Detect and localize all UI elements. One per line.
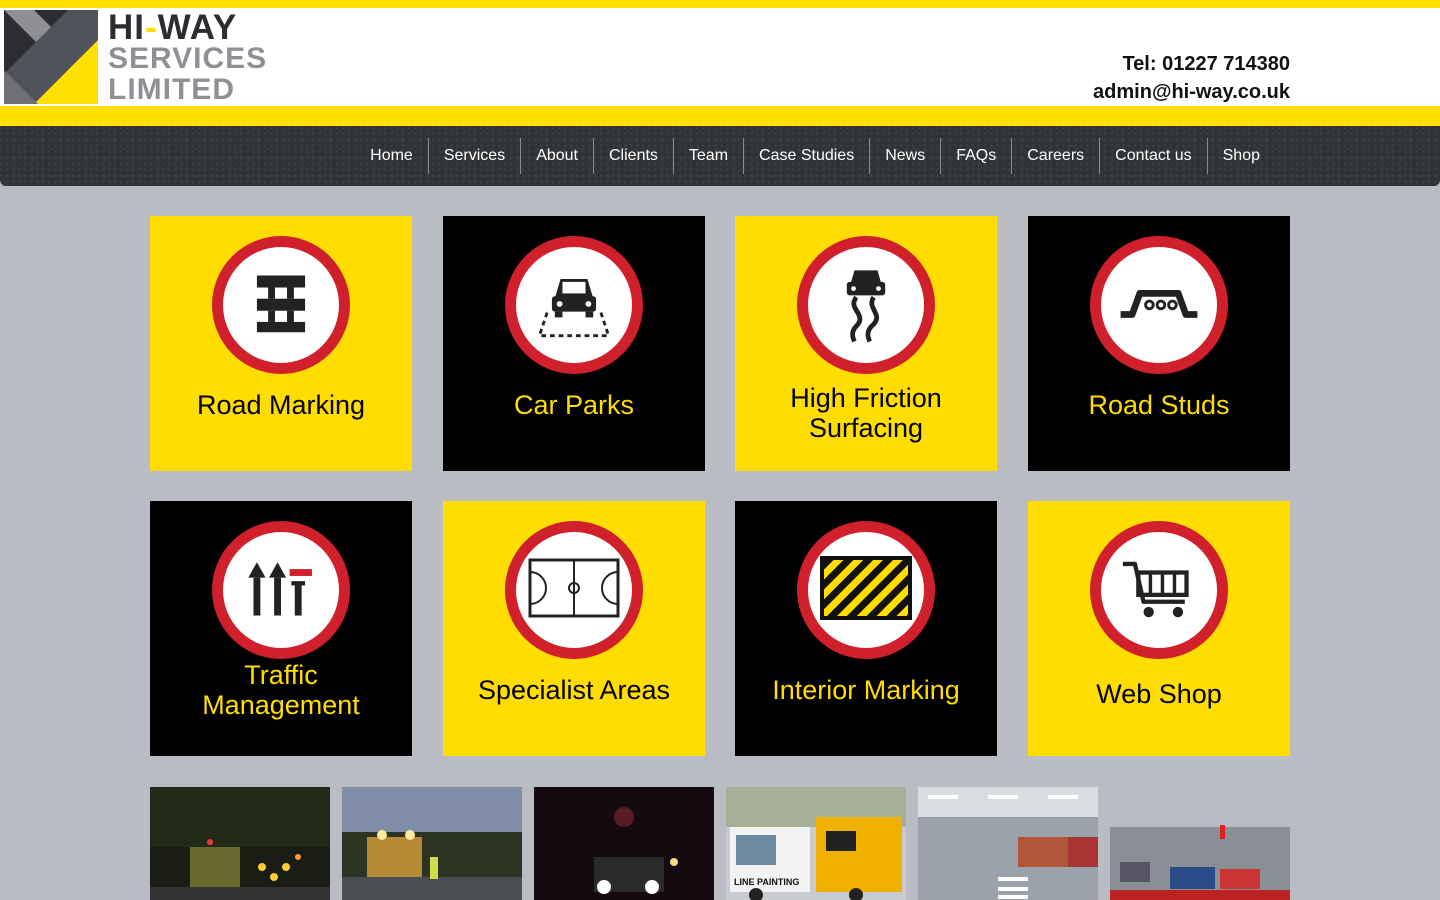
main-navigation: Home Services About Clients Team Case Studies… — [0, 126, 1440, 186]
service-tile-label: High Friction Surfacing — [790, 383, 942, 443]
contact-details: Tel: 01227 714380 admin@hi-way.co.uk — [1093, 50, 1290, 106]
service-tile-road-marking[interactable]: Road Marking — [150, 216, 412, 471]
logo-chevron-icon — [4, 10, 98, 104]
service-tile-label: Road Marking — [196, 390, 366, 420]
service-tile-label: Traffic Management — [202, 660, 360, 720]
service-tile-road-studs[interactable]: Road Studs — [1028, 216, 1290, 471]
service-tile-label: Interior Marking — [772, 675, 960, 705]
line-painting-truck-photo[interactable]: LINE PAINTING — [726, 787, 906, 900]
nav-item-home[interactable]: Home — [355, 138, 428, 174]
service-tile-web-shop[interactable]: Web Shop — [1028, 501, 1290, 756]
shopping-cart-icon — [1116, 545, 1202, 636]
nav-item-team[interactable]: Team — [672, 138, 743, 174]
service-tile-specialist-areas[interactable]: Specialist Areas — [443, 501, 705, 756]
top-accent-stripe — [0, 0, 1440, 8]
nav-item-contact-us[interactable]: Contact us — [1099, 138, 1206, 174]
hazard-stripes-icon — [816, 538, 916, 643]
nav-item-clients[interactable]: Clients — [593, 138, 673, 174]
header-accent-stripe — [0, 106, 1440, 126]
night-works-photo[interactable] — [150, 787, 330, 900]
road-marking-icon — [238, 260, 324, 351]
phone-number[interactable]: Tel: 01227 714380 — [1093, 50, 1290, 78]
logo-text-line2: SERVICES — [108, 42, 268, 75]
service-tile-label: Specialist Areas — [477, 675, 671, 705]
skidding-car-icon — [818, 255, 914, 356]
service-tile-interior-marking[interactable]: Interior Marking — [735, 501, 997, 756]
sign-badge — [1090, 236, 1228, 374]
email-address[interactable]: admin@hi-way.co.uk — [1093, 78, 1290, 106]
nav-item-case-studies[interactable]: Case Studies — [743, 138, 869, 174]
nav-item-about[interactable]: About — [520, 138, 593, 174]
nav-item-faqs[interactable]: FAQs — [940, 138, 1011, 174]
nav-item-news[interactable]: News — [869, 138, 940, 174]
logo-text-line3: LIMITED — [108, 73, 235, 106]
site-logo[interactable]: HI-WAY SERVICES LIMITED — [4, 8, 268, 106]
sign-badge — [505, 236, 643, 374]
service-tile-car-parks[interactable]: Car Parks — [443, 216, 705, 471]
motorway-dusk-photo[interactable] — [342, 787, 522, 900]
service-tile-high-friction-surfacing[interactable]: High Friction Surfacing — [735, 216, 997, 471]
sign-badge — [797, 236, 935, 374]
road-stud-icon — [1111, 255, 1207, 356]
night-vehicle-photo[interactable] — [534, 787, 714, 900]
car-park-interior-photo[interactable] — [918, 787, 1098, 900]
nav-menu: Home Services About Clients Team Case Studies… — [355, 126, 1275, 186]
multistorey-car-park-photo[interactable] — [1110, 787, 1290, 900]
lane-arrows-icon — [238, 545, 324, 636]
nav-item-careers[interactable]: Careers — [1011, 138, 1099, 174]
service-tile-traffic-management[interactable]: Traffic Management — [150, 501, 412, 756]
sign-badge — [505, 521, 643, 659]
sign-badge — [212, 236, 350, 374]
service-tile-label: Car Parks — [513, 390, 635, 420]
service-tile-label: Road Studs — [1088, 390, 1230, 420]
sign-badge — [212, 521, 350, 659]
car-park-icon — [526, 255, 622, 356]
nav-item-shop[interactable]: Shop — [1206, 138, 1275, 174]
sign-badge — [1090, 521, 1228, 659]
sports-court-icon — [524, 538, 624, 643]
nav-item-services[interactable]: Services — [427, 138, 520, 174]
service-tile-label: Web Shop — [1096, 679, 1222, 709]
svg-text:LINE PAINTING: LINE PAINTING — [734, 877, 799, 887]
sign-badge — [797, 521, 935, 659]
